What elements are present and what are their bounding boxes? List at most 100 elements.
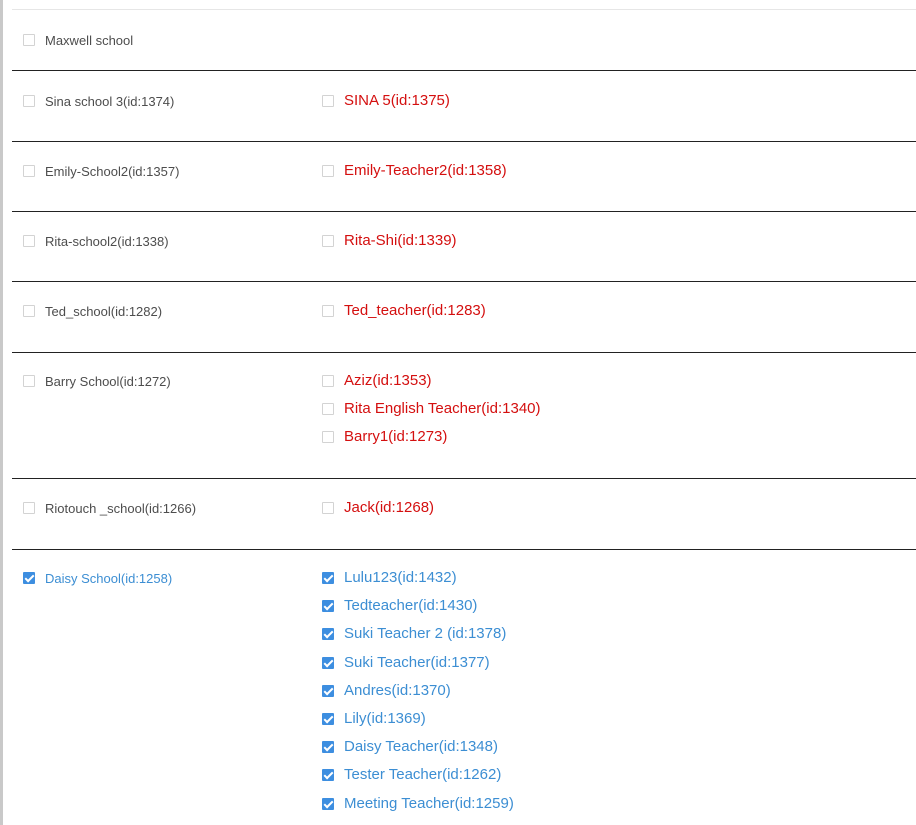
teacher-option[interactable]: SINA 5(id:1375) xyxy=(322,91,450,119)
teacher-list: Lulu123(id:1432) Tedteacher(id:1430) Suki … xyxy=(322,568,514,822)
teacher-checkbox[interactable] xyxy=(322,375,334,387)
school-checkbox[interactable] xyxy=(23,305,35,317)
teacher-checkbox-wrapper xyxy=(322,231,334,251)
teacher-option[interactable]: Aziz(id:1353) xyxy=(322,371,541,399)
teacher-checkbox-wrapper xyxy=(322,568,334,588)
teacher-checkbox-wrapper xyxy=(322,681,334,701)
teacher-option[interactable]: Rita-Shi(id:1339) xyxy=(322,231,457,259)
school-option[interactable]: Maxwell school xyxy=(23,30,133,50)
teacher-option[interactable]: Meeting Teacher(id:1259) xyxy=(322,794,514,822)
teacher-checkbox[interactable] xyxy=(322,741,334,754)
teacher-checkbox-wrapper xyxy=(322,91,334,111)
teacher-checkbox-wrapper xyxy=(322,498,334,518)
school-checkbox[interactable] xyxy=(23,572,35,584)
teacher-label: Suki Teacher 2 (id:1378) xyxy=(344,625,507,643)
teacher-label: Tester Teacher(id:1262) xyxy=(344,766,502,784)
teacher-label: Suki Teacher(id:1377) xyxy=(344,653,490,671)
school-label: Riotouch _school(id:1266) xyxy=(45,500,197,516)
teacher-label: Emily-Teacher2(id:1358) xyxy=(344,162,507,179)
teacher-label: Aziz(id:1353) xyxy=(344,372,432,389)
school-row: Riotouch _school(id:1266) Jack(id:1268) xyxy=(12,478,916,550)
teacher-label: Lulu123(id:1432) xyxy=(344,569,457,586)
teacher-option[interactable]: Tedteacher(id:1430) xyxy=(322,596,514,624)
school-checkbox[interactable] xyxy=(23,375,35,387)
teacher-checkbox[interactable] xyxy=(322,305,334,317)
teacher-checkbox-wrapper xyxy=(322,737,334,757)
school-checkbox[interactable] xyxy=(23,165,35,177)
teacher-list: SINA 5(id:1375) xyxy=(322,91,450,119)
teacher-checkbox[interactable] xyxy=(322,502,334,514)
school-label: Ted_school(id:1282) xyxy=(45,303,163,319)
teacher-checkbox[interactable] xyxy=(322,572,334,584)
teacher-label: Andres(id:1370) xyxy=(344,681,451,699)
teacher-checkbox[interactable] xyxy=(322,600,334,613)
teacher-label: Meeting Teacher(id:1259) xyxy=(344,794,514,812)
school-option[interactable]: Emily-School2(id:1357) xyxy=(23,161,179,181)
teacher-option[interactable]: Ted_teacher(id:1283) xyxy=(322,301,486,329)
teacher-checkbox-wrapper xyxy=(322,653,334,673)
teacher-label: Ted_teacher(id:1283) xyxy=(344,302,486,319)
school-label: Maxwell school xyxy=(45,32,134,48)
teacher-checkbox-wrapper xyxy=(322,371,334,391)
teacher-list: Ted_teacher(id:1283) xyxy=(322,301,486,329)
teacher-option[interactable]: Tester Teacher(id:1262) xyxy=(322,765,514,793)
school-option[interactable]: Ted_school(id:1282) xyxy=(23,301,162,321)
school-label: Sina school 3(id:1374) xyxy=(45,93,175,109)
teacher-label: SINA 5(id:1375) xyxy=(344,92,450,109)
school-row: Rita-school2(id:1338) Rita-Shi(id:1339) xyxy=(12,231,916,282)
teacher-list: Emily-Teacher2(id:1358) xyxy=(322,161,507,189)
teacher-option[interactable]: Lulu123(id:1432) xyxy=(322,568,514,596)
school-row: Sina school 3(id:1374) SINA 5(id:1375) xyxy=(12,91,916,142)
school-option[interactable]: Rita-school2(id:1338) xyxy=(23,231,169,251)
teacher-checkbox-wrapper xyxy=(322,709,334,729)
teacher-option[interactable]: Suki Teacher 2 (id:1378) xyxy=(322,624,514,652)
teacher-list: Jack(id:1268) xyxy=(322,498,434,526)
teacher-checkbox[interactable] xyxy=(322,95,334,107)
teacher-option[interactable]: Suki Teacher(id:1377) xyxy=(322,653,514,681)
school-checkbox[interactable] xyxy=(23,95,35,107)
teacher-checkbox[interactable] xyxy=(322,712,334,725)
teacher-list: Aziz(id:1353) Rita English Teacher(id:134… xyxy=(322,371,541,456)
teacher-option[interactable]: Daisy Teacher(id:1348) xyxy=(322,737,514,765)
teacher-list: Rita-Shi(id:1339) xyxy=(322,231,457,259)
top-divider xyxy=(12,9,916,10)
teacher-option[interactable]: Andres(id:1370) xyxy=(322,681,514,709)
school-row: Emily-School2(id:1357) Emily-Teacher2(id:… xyxy=(12,161,916,212)
teacher-checkbox[interactable] xyxy=(322,684,334,697)
teacher-label: Rita-Shi(id:1339) xyxy=(344,232,457,249)
teacher-checkbox[interactable] xyxy=(322,431,334,444)
school-option[interactable]: Sina school 3(id:1374) xyxy=(23,91,174,111)
school-row: Ted_school(id:1282) Ted_teacher(id:1283) xyxy=(12,301,916,353)
teacher-checkbox-wrapper xyxy=(322,596,334,616)
teacher-option[interactable]: Jack(id:1268) xyxy=(322,498,434,526)
school-label: Rita-school2(id:1338) xyxy=(45,233,169,249)
teacher-option[interactable]: Lily(id:1369) xyxy=(322,709,514,737)
school-label: Emily-School2(id:1357) xyxy=(45,163,180,179)
teacher-checkbox[interactable] xyxy=(322,165,334,177)
school-label: Barry School(id:1272) xyxy=(45,373,171,389)
school-checkbox[interactable] xyxy=(23,502,35,514)
teacher-checkbox-wrapper xyxy=(322,765,334,785)
teacher-checkbox[interactable] xyxy=(322,797,334,810)
school-option[interactable]: Daisy School(id:1258) xyxy=(23,568,172,588)
teacher-label: Tedteacher(id:1430) xyxy=(344,597,478,615)
school-option[interactable]: Barry School(id:1272) xyxy=(23,371,171,391)
teacher-checkbox-wrapper xyxy=(322,161,334,181)
teacher-checkbox[interactable] xyxy=(322,656,334,669)
school-teacher-list: Maxwell school Sina school 3(id:1374) SINA… xyxy=(0,0,916,825)
teacher-checkbox-wrapper xyxy=(322,624,334,644)
teacher-option[interactable]: Emily-Teacher2(id:1358) xyxy=(322,161,507,189)
teacher-label: Barry1(id:1273) xyxy=(344,428,448,446)
teacher-checkbox[interactable] xyxy=(322,769,334,782)
teacher-label: Jack(id:1268) xyxy=(344,499,435,516)
teacher-checkbox[interactable] xyxy=(322,403,334,416)
school-checkbox[interactable] xyxy=(23,235,35,247)
teacher-option[interactable]: Barry1(id:1273) xyxy=(322,427,541,455)
teacher-option[interactable]: Rita English Teacher(id:1340) xyxy=(322,399,541,427)
school-checkbox[interactable] xyxy=(23,34,35,46)
school-option[interactable]: Riotouch _school(id:1266) xyxy=(23,498,196,518)
school-label: Daisy School(id:1258) xyxy=(45,570,173,586)
teacher-checkbox[interactable] xyxy=(322,628,334,641)
school-row: Maxwell school xyxy=(12,30,916,71)
teacher-checkbox[interactable] xyxy=(322,235,334,247)
